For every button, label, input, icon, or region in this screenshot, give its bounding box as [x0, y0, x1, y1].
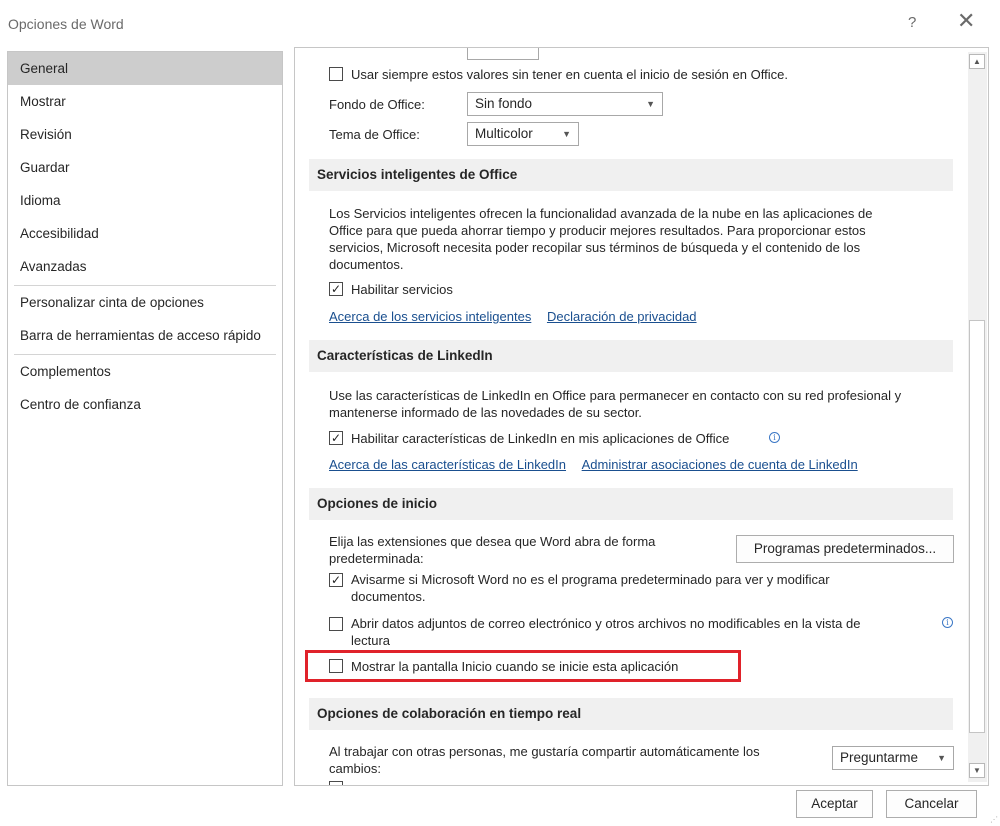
manage-linkedin-associations-link[interactable]: Administrar asociaciones de cuenta de Li…: [582, 457, 858, 472]
description-line: Al trabajar con otras personas, me gusta…: [329, 744, 760, 759]
cancel-button[interactable]: Cancelar: [886, 790, 977, 818]
description-line: mantenerse informado de las novedades de…: [329, 405, 642, 420]
ok-button[interactable]: Aceptar: [796, 790, 873, 818]
description-line: predeterminada:: [329, 551, 424, 566]
collaboration-description: Al trabajar con otras personas, me gusta…: [329, 743, 760, 777]
sidebar-item-customize-ribbon[interactable]: Personalizar cinta de opciones: [8, 286, 282, 319]
office-theme-value: Multicolor: [475, 126, 533, 141]
description-line: Use las características de LinkedIn en O…: [329, 388, 902, 403]
scrollbar-thumb[interactable]: [969, 320, 985, 733]
privacy-statement-link[interactable]: Declaración de privacidad: [547, 309, 697, 324]
sidebar-item-display[interactable]: Mostrar: [8, 85, 282, 118]
about-intelligent-services-link[interactable]: Acerca de los servicios inteligentes: [329, 309, 531, 324]
share-changes-dropdown[interactable]: Preguntarme ▼: [832, 746, 954, 770]
close-button[interactable]: ✕: [957, 10, 975, 32]
intelligent-services-heading: Servicios inteligentes de Office: [309, 159, 953, 191]
enable-services-label: Habilitar servicios: [351, 282, 453, 297]
options-content-panel: Usar siempre estos valores sin tener en …: [294, 47, 989, 786]
office-background-value: Sin fondo: [475, 96, 533, 111]
label-line: lectura: [351, 633, 391, 648]
show-start-screen-checkbox[interactable]: [329, 659, 343, 673]
enable-linkedin-label: Habilitar características de LinkedIn en…: [351, 431, 730, 446]
description-line: Office para que pueda ahorrar tiempo y p…: [329, 223, 866, 238]
sidebar-item-quick-access-toolbar[interactable]: Barra de herramientas de acceso rápido: [8, 319, 282, 352]
linkedin-features-heading: Características de LinkedIn: [309, 340, 953, 372]
sidebar-item-language[interactable]: Idioma: [8, 184, 282, 217]
options-sidebar: General Mostrar Revisión Guardar Idioma …: [7, 51, 283, 786]
open-attachments-reading-label: Abrir datos adjuntos de correo electróni…: [351, 615, 860, 649]
sidebar-item-accessibility[interactable]: Accesibilidad: [8, 217, 282, 250]
open-attachments-reading-checkbox[interactable]: [329, 617, 343, 631]
sidebar-item-proofing[interactable]: Revisión: [8, 118, 282, 151]
info-icon[interactable]: i: [769, 432, 780, 443]
resize-grip-icon[interactable]: ⋰: [990, 815, 998, 824]
realtime-collaboration-heading: Opciones de colaboración en tiempo real: [309, 698, 953, 730]
chevron-down-icon: ▼: [937, 753, 946, 763]
partial-checkbox[interactable]: [329, 781, 343, 785]
startup-options-heading: Opciones de inicio: [309, 488, 953, 520]
dialog-title: Opciones de Word: [8, 16, 124, 32]
info-icon[interactable]: i: [942, 617, 953, 628]
show-start-screen-label: Mostrar la pantalla Inicio cuando se ini…: [351, 659, 679, 674]
description-line: documentos.: [329, 257, 404, 272]
always-use-label: Usar siempre estos valores sin tener en …: [351, 67, 788, 82]
startup-description: Elija las extensiones que desea que Word…: [329, 533, 655, 567]
enable-linkedin-checkbox[interactable]: ✓: [329, 431, 343, 445]
help-button[interactable]: ?: [908, 14, 916, 31]
share-changes-value: Preguntarme: [840, 750, 919, 765]
default-programs-button[interactable]: Programas predeterminados...: [736, 535, 954, 563]
label-line: Abrir datos adjuntos de correo electróni…: [351, 616, 861, 631]
sidebar-item-add-ins[interactable]: Complementos: [8, 355, 282, 388]
notify-default-program-checkbox[interactable]: ✓: [329, 573, 343, 587]
clipped-field: [467, 48, 539, 60]
linkedin-description: Use las características de LinkedIn en O…: [329, 387, 901, 421]
sidebar-item-save[interactable]: Guardar: [8, 151, 282, 184]
description-line: Elija las extensiones que desea que Word…: [329, 534, 656, 549]
description-line: Los Servicios inteligentes ofrecen la fu…: [329, 206, 873, 221]
chevron-down-icon: ▼: [562, 129, 571, 139]
label-line: Avisarme si Microsoft Word no es el prog…: [351, 572, 830, 587]
scroll-down-icon[interactable]: ▼: [969, 763, 985, 778]
about-linkedin-features-link[interactable]: Acerca de las características de LinkedI…: [329, 457, 566, 472]
label-line: documentos.: [351, 589, 426, 604]
sidebar-item-trust-center[interactable]: Centro de confianza: [8, 388, 282, 421]
office-theme-label: Tema de Office:: [329, 127, 420, 142]
sidebar-item-general[interactable]: General: [8, 52, 282, 85]
office-background-dropdown[interactable]: Sin fondo ▼: [467, 92, 663, 116]
office-theme-dropdown[interactable]: Multicolor ▼: [467, 122, 579, 146]
chevron-down-icon: ▼: [646, 99, 655, 109]
sidebar-item-advanced[interactable]: Avanzadas: [8, 250, 282, 283]
content-scrollbar[interactable]: ▲ ▼: [968, 52, 987, 782]
notify-default-program-label: Avisarme si Microsoft Word no es el prog…: [351, 571, 830, 605]
always-use-checkbox[interactable]: [329, 67, 343, 81]
description-line: servicios, Microsoft necesita poder reco…: [329, 240, 861, 255]
intelligent-services-description: Los Servicios inteligentes ofrecen la fu…: [329, 205, 872, 273]
enable-services-checkbox[interactable]: ✓: [329, 282, 343, 296]
office-background-label: Fondo de Office:: [329, 97, 425, 112]
description-line: cambios:: [329, 761, 382, 776]
scroll-up-icon[interactable]: ▲: [969, 54, 985, 69]
